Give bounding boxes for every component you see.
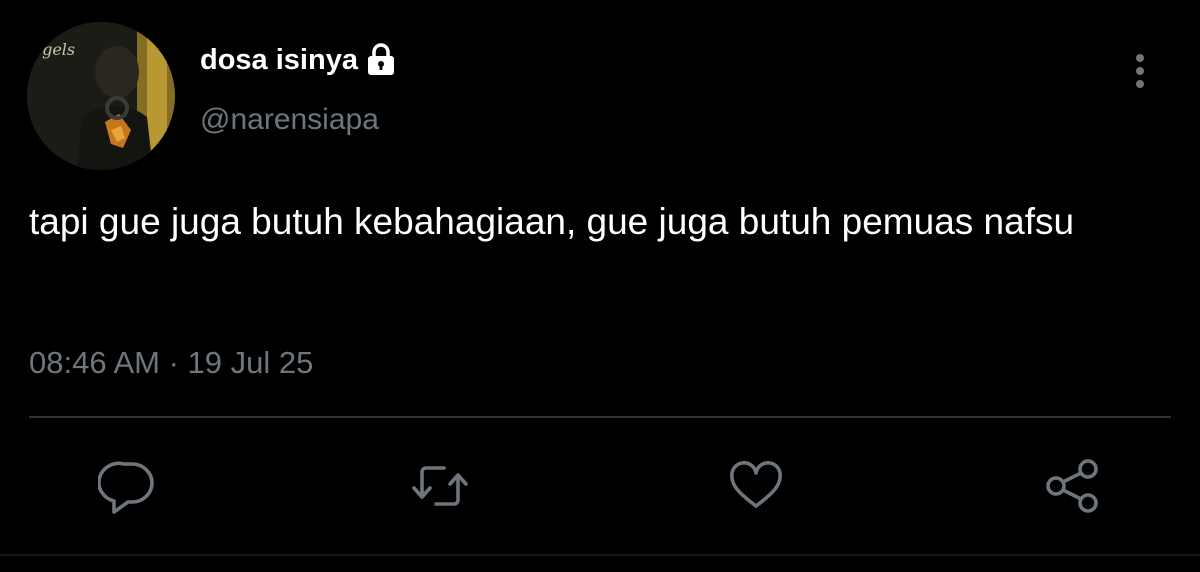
timestamp-separator: · — [159, 345, 188, 380]
author-display-name-row[interactable]: dosa isinya — [200, 40, 396, 80]
display-name[interactable]: dosa isinya — [200, 40, 358, 80]
like-button[interactable] — [726, 458, 786, 514]
lock-icon — [366, 43, 396, 77]
retweet-icon — [412, 466, 468, 506]
divider — [29, 416, 1171, 418]
reply-button[interactable] — [97, 458, 158, 514]
tweet-text: tapi gue juga butuh kebahagiaan, gue jug… — [29, 201, 1075, 242]
tweet-timestamp[interactable]: 08:46 AM · 19 Jul 25 — [29, 342, 313, 384]
avatar-watermark: ·gels — [37, 40, 76, 59]
tweet-date: 19 Jul 25 — [187, 345, 314, 380]
heart-icon — [730, 461, 782, 508]
reply-icon — [97, 461, 154, 514]
author-handle[interactable]: @narensiapa — [200, 100, 379, 140]
more-vertical-icon[interactable] — [1122, 50, 1158, 94]
bottom-divider — [0, 554, 1200, 556]
share-icon — [1046, 459, 1098, 513]
tweet-time: 08:46 AM — [29, 345, 160, 380]
retweet-button[interactable] — [410, 458, 470, 514]
avatar[interactable]: ·gels — [27, 22, 175, 170]
share-button[interactable] — [1042, 458, 1102, 514]
